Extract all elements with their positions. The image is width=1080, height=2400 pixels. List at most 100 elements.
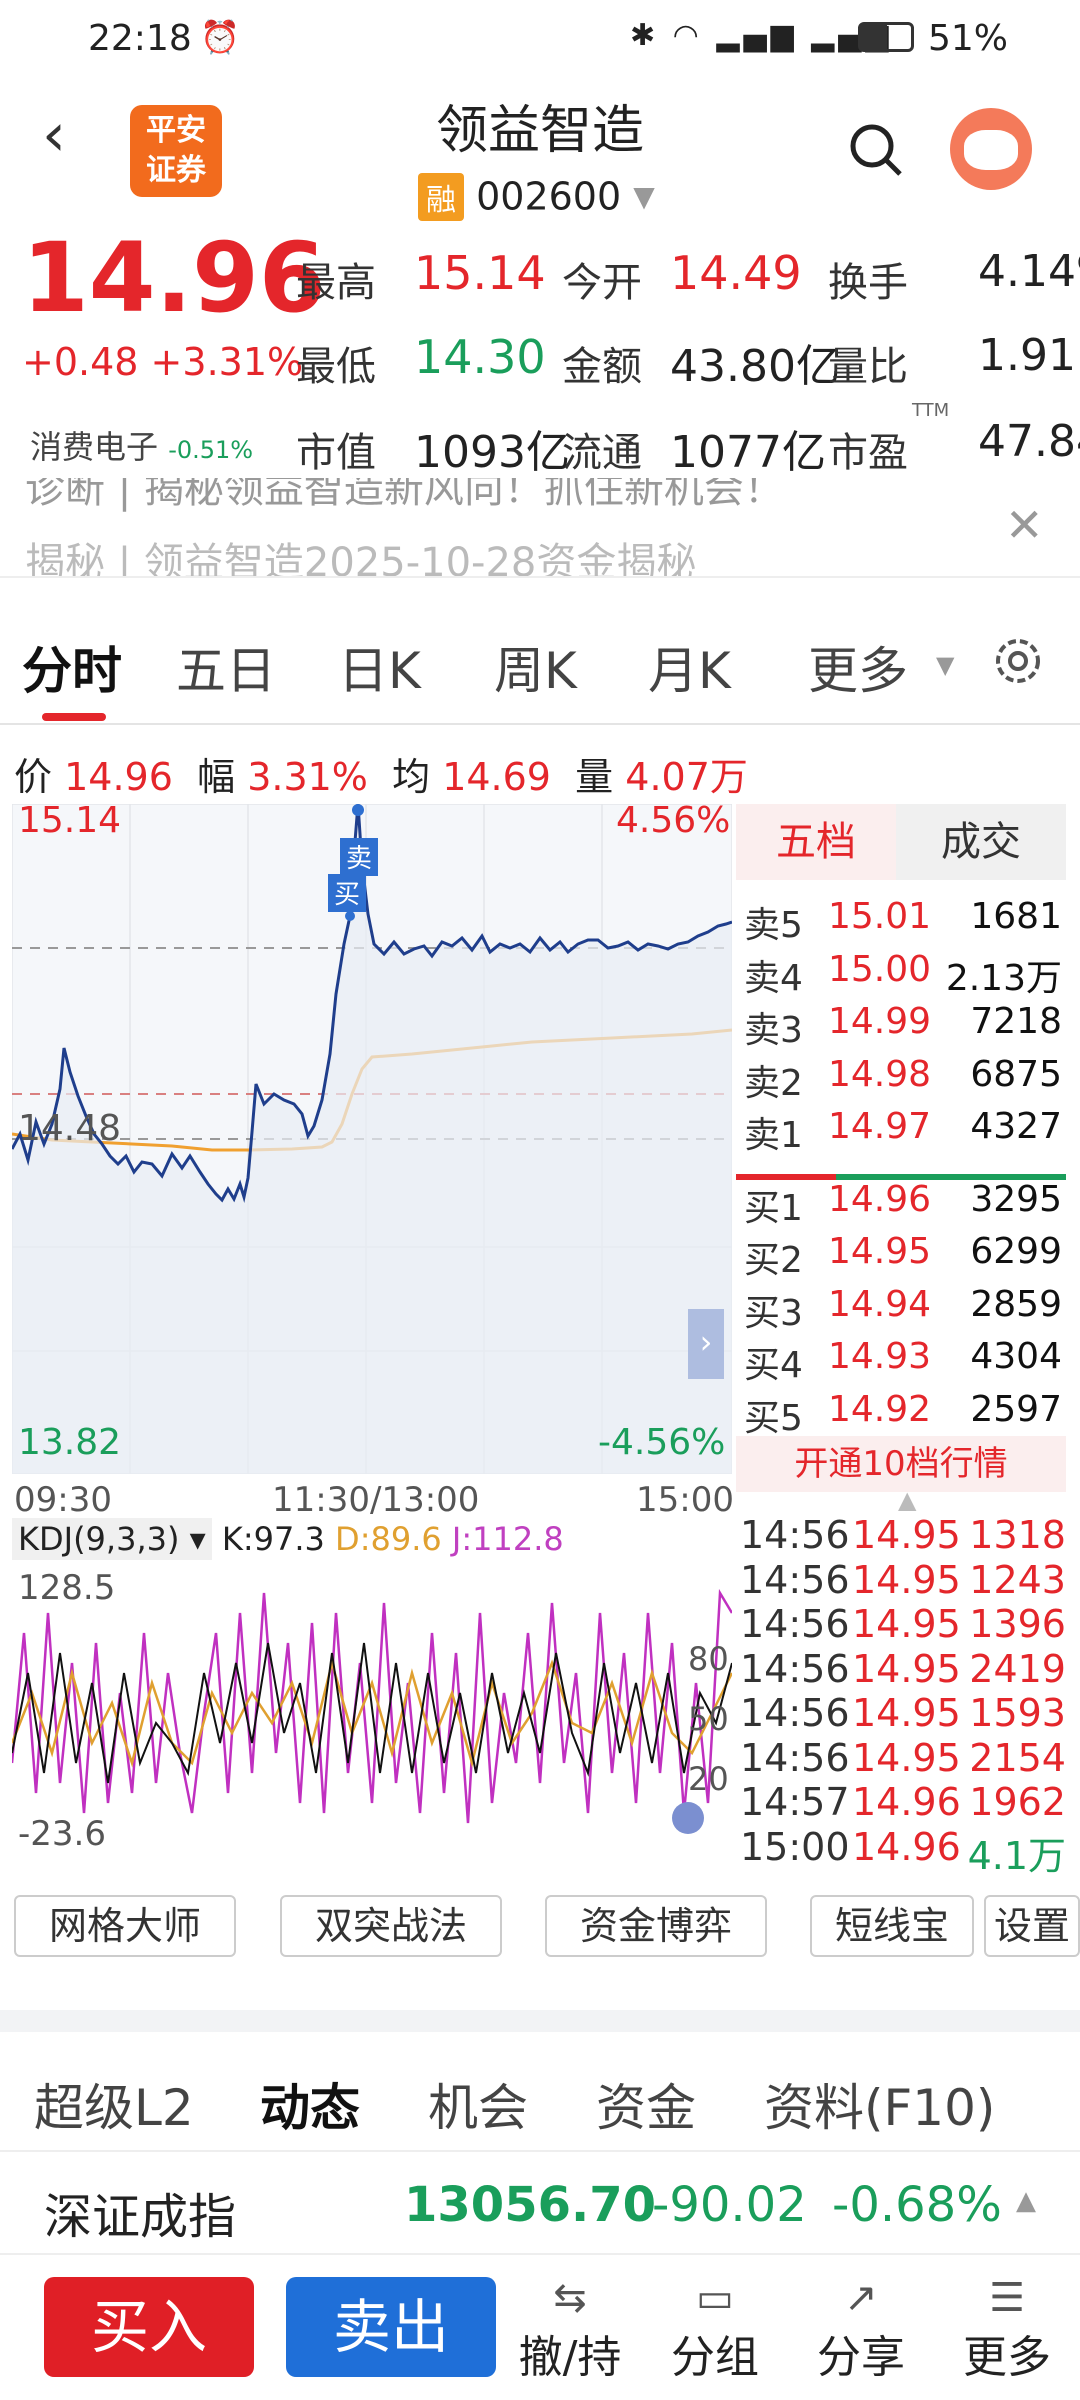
order-label: 卖3 — [744, 1010, 803, 1051]
short-line-button[interactable]: 短线宝 — [810, 1895, 974, 1957]
folder-icon: ▭ — [696, 2275, 734, 2321]
info-tab-3[interactable]: 资金 — [596, 2068, 696, 2140]
index-change: -90.02 — [652, 2177, 807, 2233]
sector-name: 消费电子 — [30, 428, 159, 466]
chevron-up-icon[interactable]: ▲ — [898, 1486, 916, 1514]
order-price: 14.92 — [828, 1388, 932, 1430]
legend-vol: 4.07万 — [625, 755, 748, 799]
double-breakout-button[interactable]: 双突战法 — [280, 1895, 502, 1957]
buy-button[interactable]: 买入 — [44, 2277, 254, 2377]
info-tabs: 超级L2 动态 机会 资金 资料(F10) — [0, 2040, 1080, 2150]
stat-label: 最低 — [296, 344, 376, 390]
kdj-j: J:112.8 — [451, 1520, 564, 1558]
order-vol: 6299 — [970, 1231, 1062, 1272]
sector-tag[interactable]: 消费电子 -0.51% — [30, 422, 253, 468]
tick-t: 14:56 — [740, 1646, 850, 1691]
tick-t: 14:56 — [740, 1691, 850, 1735]
grid-master-button[interactable]: 网格大师 — [14, 1895, 236, 1957]
ask-row[interactable]: 卖5 15.01 1681 — [736, 892, 1066, 946]
order-vol: 3295 — [970, 1178, 1062, 1220]
ask-row[interactable]: 卖2 14.98 6875 — [736, 1050, 1066, 1104]
group-button[interactable]: ▭ 分组 — [660, 2275, 770, 2395]
tab-trades[interactable]: 成交 — [896, 804, 1066, 880]
status-time: 22:18 — [88, 18, 192, 59]
search-icon[interactable] — [848, 122, 904, 178]
tick-v: 2154 — [969, 1735, 1066, 1780]
tick-t: 14:56 — [740, 1602, 850, 1646]
tab-1[interactable]: 五日 — [176, 631, 276, 703]
quote-panel: 14.96 +0.48 +3.31% 消费电子 -0.51% 最高 15.14 今开… — [0, 222, 1080, 478]
info-tab-0[interactable]: 超级L2 — [34, 2068, 194, 2140]
tab-five-level[interactable]: 五档 — [736, 804, 896, 880]
bid-row[interactable]: 买2 14.95 6299 — [736, 1227, 1066, 1281]
tool-buttons: 网格大师 双突战法 资金博弈 短线宝 设置 — [0, 1895, 1080, 1975]
share-icon: ↗ — [844, 2275, 878, 2321]
kdj-legend: KDJ(9,3,3) ▾ K:97.3 D:89.6 J:112.8 — [12, 1518, 732, 1575]
index-bar[interactable]: 深证成指 13056.70 -90.02 -0.68% ▲ — [0, 2150, 1080, 2255]
info-tab-1[interactable]: 动态 — [260, 2068, 360, 2140]
axis-low-price: 13.82 — [18, 1422, 122, 1463]
info-tab-2[interactable]: 机会 — [428, 2068, 528, 2140]
order-price: 14.96 — [828, 1178, 932, 1220]
tick-p: 14.95 — [852, 1646, 961, 1691]
upgrade-ten-level-button[interactable]: 开通10档行情 — [736, 1436, 1066, 1492]
gear-icon[interactable] — [990, 633, 1046, 689]
kdj-chart[interactable] — [12, 1573, 732, 1848]
stat-value: 47.84 — [978, 416, 1080, 467]
share-button[interactable]: ↗ 分享 — [806, 2275, 916, 2395]
tab-2[interactable]: 日K — [338, 631, 421, 703]
order-label: 卖4 — [744, 957, 803, 999]
tab-5[interactable]: 更多 — [808, 631, 908, 703]
ask-row[interactable]: 卖4 15.00 2.13万 — [736, 945, 1066, 999]
sell-button[interactable]: 卖出 — [286, 2277, 496, 2377]
order-book: 五档 成交 卖5 15.01 1681 卖4 15.00 2.13万 卖3 14.99 7218… — [736, 804, 1066, 1504]
order-price: 14.94 — [828, 1283, 932, 1325]
bid-row[interactable]: 买4 14.93 4304 — [736, 1332, 1066, 1386]
settings-button[interactable]: 设置 — [984, 1895, 1080, 1957]
tab-0[interactable]: 分时 — [22, 631, 122, 703]
news-ticker[interactable]: 诊断 | 揭秘领益智造新风向！抓住新机会！ 揭秘 | 领益智造2025-10-2… — [0, 478, 1080, 578]
tab-4[interactable]: 月K — [648, 631, 731, 703]
tick-v: 4.1万 — [967, 1833, 1066, 1878]
order-price: 14.95 — [828, 1231, 932, 1272]
capital-game-button[interactable]: 资金博弈 — [545, 1895, 767, 1957]
chevron-down-icon: ▼ — [633, 180, 655, 213]
tick-row: 14:57 14.96 1962 — [740, 1780, 1070, 1825]
ask-row[interactable]: 卖1 14.97 4327 — [736, 1102, 1066, 1156]
tab-3[interactable]: 周K — [494, 631, 577, 703]
bid-row[interactable]: 买5 14.92 2597 — [736, 1385, 1066, 1439]
avatar[interactable] — [950, 108, 1032, 190]
stat-label: 今开 — [562, 260, 642, 306]
axis-top-pct: 4.56% — [616, 800, 731, 841]
order-price: 15.00 — [828, 948, 932, 990]
kdj-top: 128.5 — [18, 1568, 116, 1608]
legend-price: 14.96 — [64, 755, 173, 799]
tick-list[interactable]: 14:56 14.95 1318 14:56 14.95 1243 14:56 14.95 13… — [740, 1513, 1070, 1878]
bid-row[interactable]: 买1 14.96 3295 — [736, 1175, 1066, 1229]
tick-p: 14.95 — [852, 1735, 961, 1780]
axis-top-price: 15.14 — [18, 800, 122, 841]
ask-row[interactable]: 卖3 14.99 7218 — [736, 997, 1066, 1051]
alarm-icon: ⏰ — [200, 18, 240, 56]
close-icon[interactable]: ✕ — [1005, 498, 1044, 552]
tick-t: 15:00 — [740, 1824, 850, 1869]
more-button[interactable]: ☰ 更多 — [952, 2275, 1062, 2395]
time-mid: 11:30/13:00 — [272, 1480, 480, 1520]
tick-p: 14.95 — [852, 1602, 961, 1646]
order-vol: 2859 — [970, 1283, 1062, 1325]
action-bar: 买入 卖出 ⇆ 撤/持 ▭ 分组 ↗ 分享 ☰ 更多 — [0, 2265, 1080, 2400]
order-label: 买3 — [744, 1292, 803, 1334]
legend-price-label: 价 — [14, 755, 53, 799]
more-label: 更多 — [963, 2332, 1051, 2383]
kdj-jump-icon[interactable] — [672, 1802, 704, 1834]
cancel-position-button[interactable]: ⇆ 撤/持 — [510, 2275, 630, 2395]
info-tab-4[interactable]: 资料(F10) — [764, 2068, 995, 2140]
tick-v: 1593 — [969, 1691, 1066, 1735]
chevron-right-icon: › — [700, 1323, 713, 1361]
order-vol: 2.13万 — [945, 957, 1062, 999]
tick-p: 14.95 — [852, 1557, 961, 1602]
bid-row[interactable]: 买3 14.94 2859 — [736, 1280, 1066, 1334]
legend-avg: 14.69 — [442, 755, 551, 799]
stock-code-selector[interactable]: 融 002600 ▼ — [418, 172, 655, 221]
kdj-selector[interactable]: KDJ(9,3,3) ▾ — [12, 1518, 212, 1560]
